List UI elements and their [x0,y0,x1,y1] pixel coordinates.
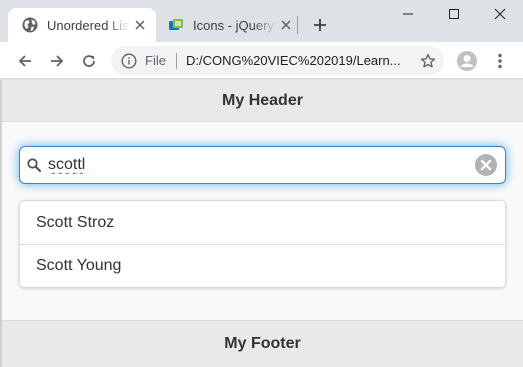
tab-divider [297,16,298,34]
forward-button[interactable] [44,48,70,74]
list-item[interactable]: Scott Young [20,244,505,287]
chrome-globe-icon [22,17,38,33]
search-icon [26,157,42,173]
filtered-listview: Scott Stroz Scott Young [19,200,506,288]
close-window-button[interactable] [477,0,523,28]
footer-title: My Footer [224,335,301,352]
page-footer: My Footer [2,320,523,367]
tab-unordered-list[interactable]: Unordered List [8,8,156,42]
list-item[interactable]: Scott Stroz [20,201,505,244]
new-tab-button[interactable] [308,13,332,37]
search-field [19,146,506,184]
profile-avatar-icon[interactable] [455,49,479,73]
reload-button[interactable] [76,48,102,74]
scheme-label: File [145,53,166,68]
clear-search-button[interactable] [475,154,497,176]
back-button[interactable] [12,48,38,74]
close-tab-icon[interactable] [276,15,296,35]
minimize-button[interactable] [385,0,431,28]
address-divider [175,52,177,69]
jquery-favicon-icon [168,17,184,33]
maximize-button[interactable] [431,0,477,28]
close-tab-icon[interactable] [130,15,150,35]
address-bar[interactable]: File D:/CONG%20VIEC%202019/Learn... [111,46,444,75]
header-title: My Header [222,91,303,109]
url-text[interactable]: D:/CONG%20VIEC%202019/Learn... [186,53,416,68]
page-content: Scott Stroz Scott Young [2,122,523,288]
tab-strip: Unordered List Icons - jQuery Mobile [0,0,523,42]
tab-title: Icons - jQuery Mobile [193,17,276,33]
more-menu-icon[interactable] [488,49,512,73]
page-header: My Header [2,80,523,122]
tab-jquery-icons[interactable]: Icons - jQuery Mobile [160,8,302,42]
tab-title: Unordered List [47,17,130,33]
page-viewport: My Header Scott Stroz Scott Young My Foo… [0,80,523,367]
search-input[interactable] [48,150,448,180]
browser-toolbar: File D:/CONG%20VIEC%202019/Learn... [0,42,523,79]
info-icon[interactable] [121,52,137,69]
bookmark-star-icon[interactable] [416,49,440,73]
